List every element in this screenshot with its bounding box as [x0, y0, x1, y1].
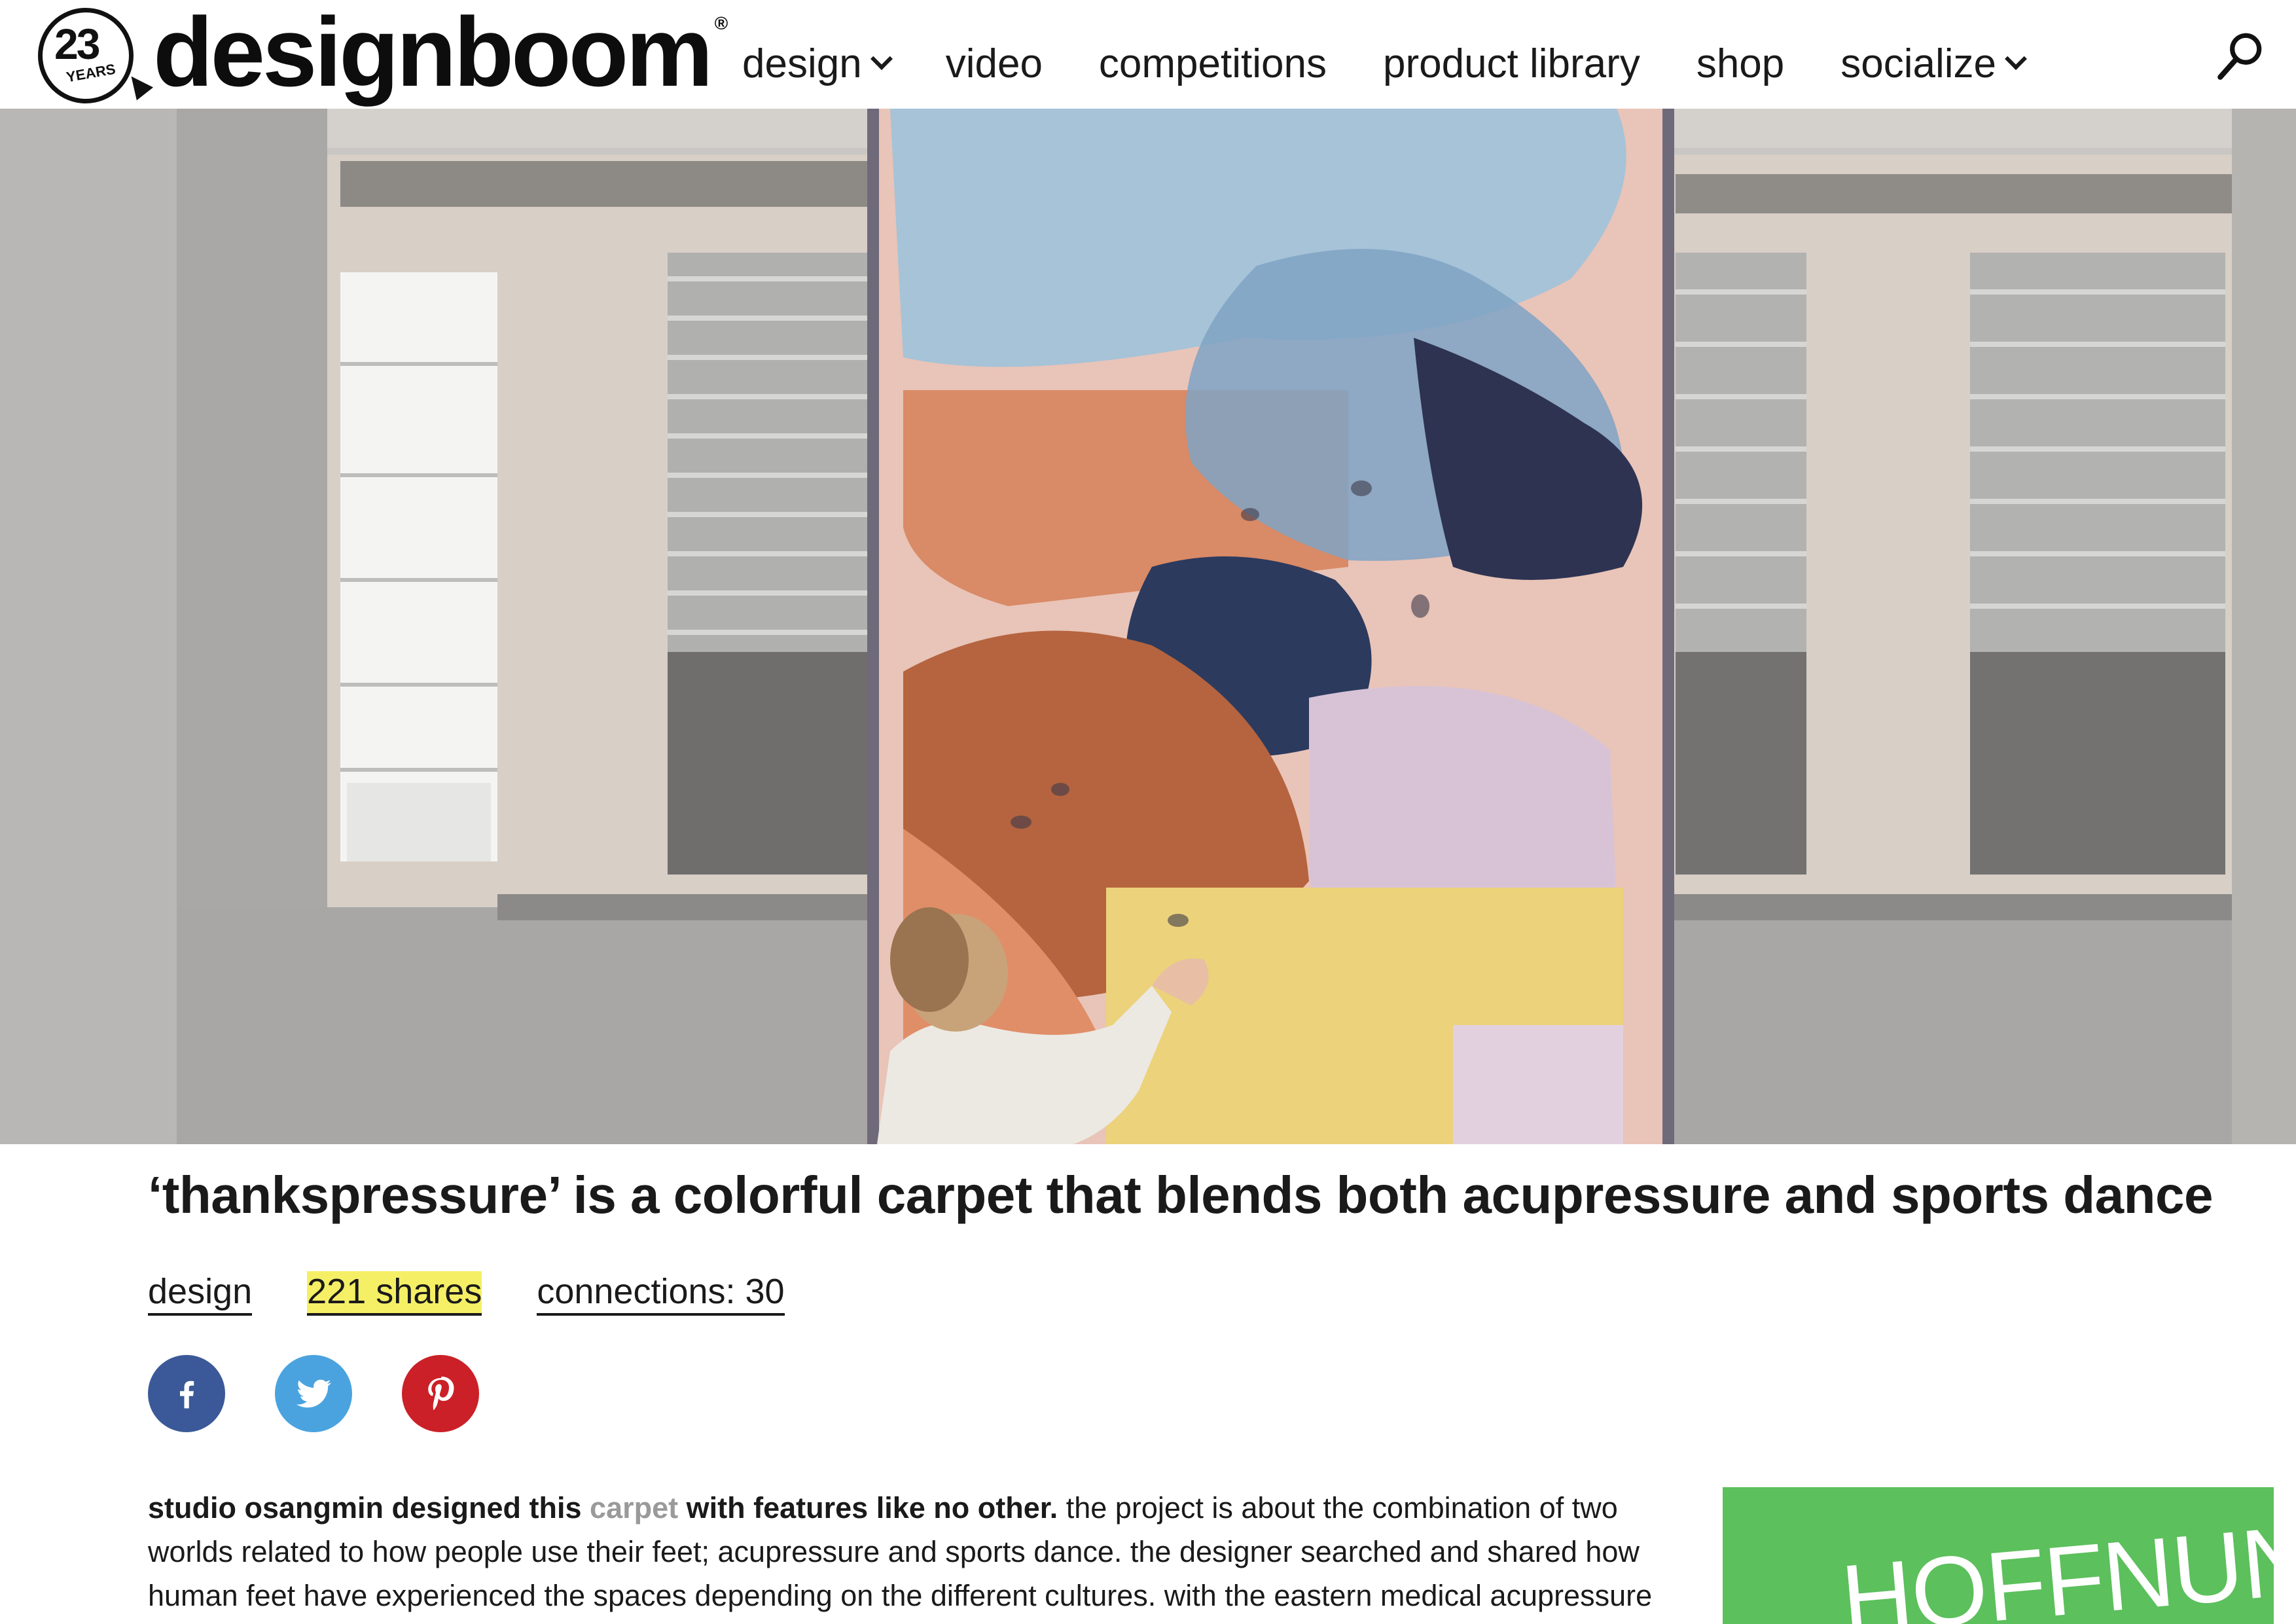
article-body: studio osangmin designed this carpet wit…	[148, 1486, 1673, 1624]
nav-item-competitions[interactable]: competitions	[1099, 41, 1327, 87]
logo-wordmark: designboom ®	[153, 3, 728, 101]
twitter-share-button[interactable]	[275, 1355, 352, 1432]
anniversary-badge: 23 YEARS	[38, 8, 154, 103]
shares-count[interactable]: 221 shares	[307, 1271, 482, 1316]
article-title: ‘thankspressure’ is a colorful carpet th…	[148, 1166, 2213, 1224]
main-nav: design video competitions product librar…	[742, 41, 2080, 87]
nav-item-product-library[interactable]: product library	[1383, 41, 1640, 87]
ad-headline: HOFFNUNG?	[1837, 1492, 2274, 1624]
chevron-down-icon	[2005, 47, 2028, 70]
nav-item-label: video	[945, 41, 1043, 86]
logo-wordmark-text: designboom	[153, 0, 713, 107]
article-meta: design 221 shares connections: 30	[148, 1271, 840, 1316]
facebook-share-button[interactable]	[148, 1355, 225, 1432]
hero-image	[0, 109, 2296, 1144]
nav-item-video[interactable]: video	[946, 41, 1043, 87]
carpet-link[interactable]: carpet	[590, 1491, 678, 1525]
cursor-icon	[122, 69, 154, 101]
pinterest-icon	[428, 1377, 454, 1411]
nav-item-label: design	[742, 41, 862, 86]
facebook-icon	[180, 1380, 194, 1409]
nav-item-design[interactable]: design	[742, 41, 893, 87]
connections-link[interactable]: connections: 30	[537, 1271, 785, 1316]
site-logo[interactable]: 23 YEARS designboom ®	[38, 3, 728, 105]
nav-item-label: product library	[1382, 41, 1640, 86]
site-header: 23 YEARS designboom ® design video compet…	[0, 0, 2296, 109]
nav-item-label: competitions	[1098, 41, 1327, 86]
search-icon[interactable]	[2214, 29, 2267, 82]
pinterest-share-button[interactable]	[402, 1355, 479, 1432]
lead-text-1: studio osangmin designed this	[148, 1491, 590, 1525]
chevron-down-icon	[870, 47, 893, 70]
social-share-buttons	[148, 1355, 529, 1432]
category-link[interactable]: design	[148, 1271, 253, 1316]
twitter-icon	[296, 1379, 332, 1408]
lead-text-2: with features like no other.	[678, 1491, 1058, 1525]
nav-item-socialize[interactable]: socialize	[1840, 41, 2028, 87]
advertisement-banner[interactable]: HOFFNUNG?	[1723, 1487, 2274, 1624]
registered-mark: ®	[714, 13, 728, 33]
nav-item-label: socialize	[1840, 41, 1997, 86]
badge-number: 23	[54, 20, 100, 68]
nav-item-shop[interactable]: shop	[1696, 41, 1784, 87]
nav-item-label: shop	[1696, 41, 1785, 86]
carpet-photo	[0, 109, 2296, 1144]
